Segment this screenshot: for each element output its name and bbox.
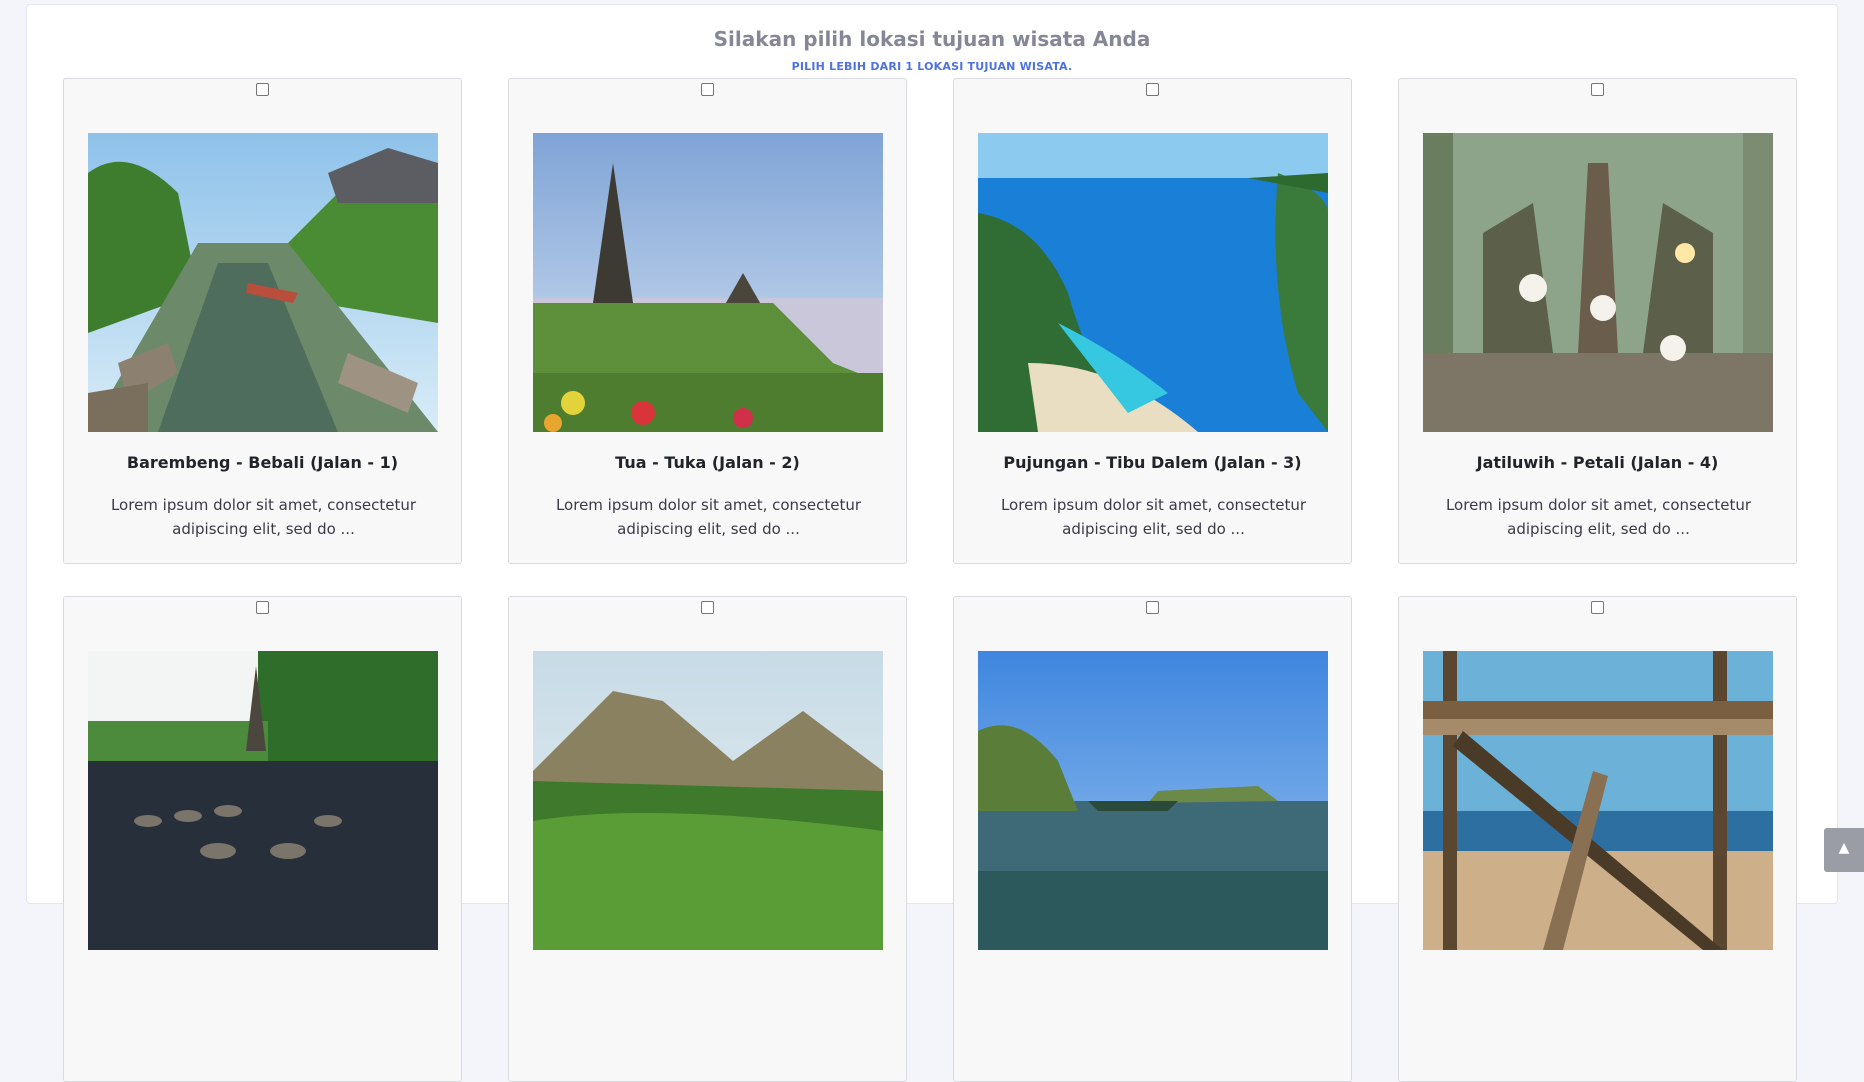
destination-photo: [88, 651, 438, 950]
destination-description: Lorem ipsum dolor sit amet, consectetur …: [555, 496, 862, 538]
destination-photo: [533, 651, 883, 950]
destination-card[interactable]: [953, 596, 1352, 1082]
destination-description: Lorem ipsum dolor sit amet, consectetur …: [110, 496, 417, 538]
destination-description: Lorem ipsum dolor sit amet, consectetur …: [1445, 496, 1752, 538]
destination-photo: [1423, 651, 1773, 950]
destination-title: Jatiluwih - Petali (Jalan - 4): [1476, 453, 1719, 472]
destination-panel: Silakan pilih lokasi tujuan wisata Anda …: [26, 4, 1838, 1082]
destination-checkbox[interactable]: [1590, 83, 1604, 96]
destination-card[interactable]: [508, 596, 907, 1082]
destination-checkbox[interactable]: [255, 601, 269, 614]
destination-photo: [88, 133, 438, 432]
destination-card[interactable]: [1398, 596, 1797, 1082]
page-title: Silakan pilih lokasi tujuan wisata Anda: [713, 27, 1151, 51]
destination-checkbox[interactable]: [1590, 601, 1604, 614]
destination-title: Pujungan - Tibu Dalem (Jalan - 3): [1003, 453, 1302, 472]
destination-card[interactable]: Tua - Tuka (Jalan - 2) Lorem ipsum dolor…: [508, 78, 907, 564]
page-subtitle: PILIH LEBIH DARI 1 LOKASI TUJUAN WISATA.: [791, 60, 1073, 73]
destination-checkbox[interactable]: [255, 83, 269, 96]
destination-photo: [1423, 133, 1773, 432]
destination-checkbox[interactable]: [700, 601, 714, 614]
destination-card[interactable]: Barembeng - Bebali (Jalan - 1) Lorem ips…: [63, 78, 462, 564]
scroll-to-top-button[interactable]: ▲: [1824, 828, 1864, 872]
destination-checkbox[interactable]: [1145, 601, 1159, 614]
destination-card[interactable]: [63, 596, 462, 1082]
destination-checkbox[interactable]: [700, 83, 714, 96]
destination-photo: [978, 133, 1328, 432]
destination-photo: [978, 651, 1328, 950]
chevron-up-icon: ▲: [1838, 840, 1850, 856]
destination-card[interactable]: Pujungan - Tibu Dalem (Jalan - 3) Lorem …: [953, 78, 1352, 564]
destination-title: Tua - Tuka (Jalan - 2): [615, 453, 800, 472]
destination-checkbox[interactable]: [1145, 83, 1159, 96]
destination-card[interactable]: Jatiluwih - Petali (Jalan - 4) Lorem ips…: [1398, 78, 1797, 564]
destination-photo: [533, 133, 883, 432]
destination-title: Barembeng - Bebali (Jalan - 1): [126, 453, 399, 472]
destination-description: Lorem ipsum dolor sit amet, consectetur …: [1000, 496, 1307, 538]
